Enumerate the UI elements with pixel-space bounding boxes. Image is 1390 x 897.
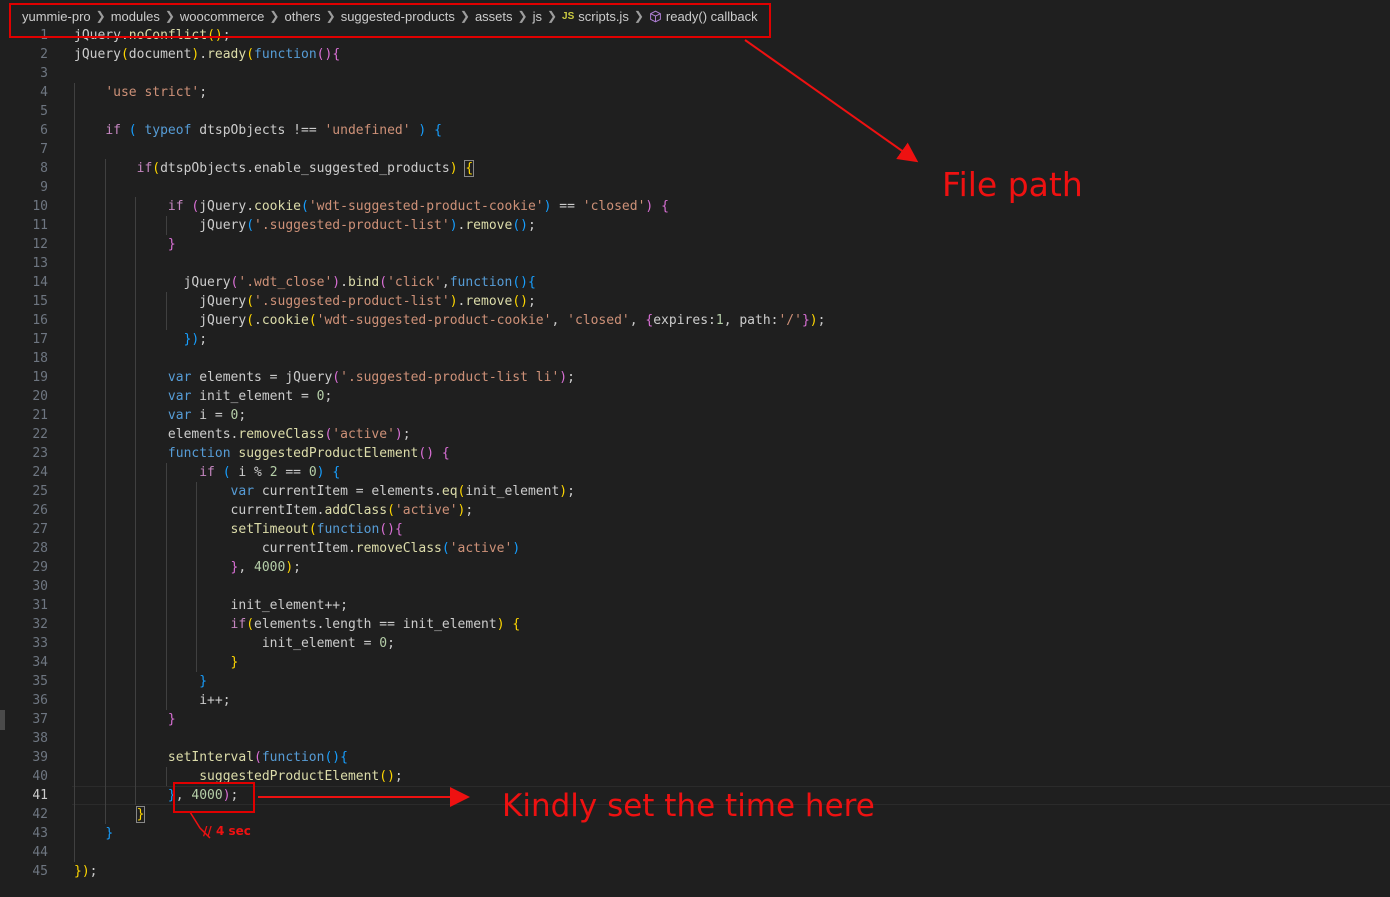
file-path-arrow [189,39,919,839]
set-time-label: Kindly set the time here [502,788,875,824]
file-path-label: File path [942,165,1083,204]
note-label: // 4 sec [203,824,251,838]
time-value-highlight-box [173,782,255,813]
file-path-arrow-line [744,39,919,163]
